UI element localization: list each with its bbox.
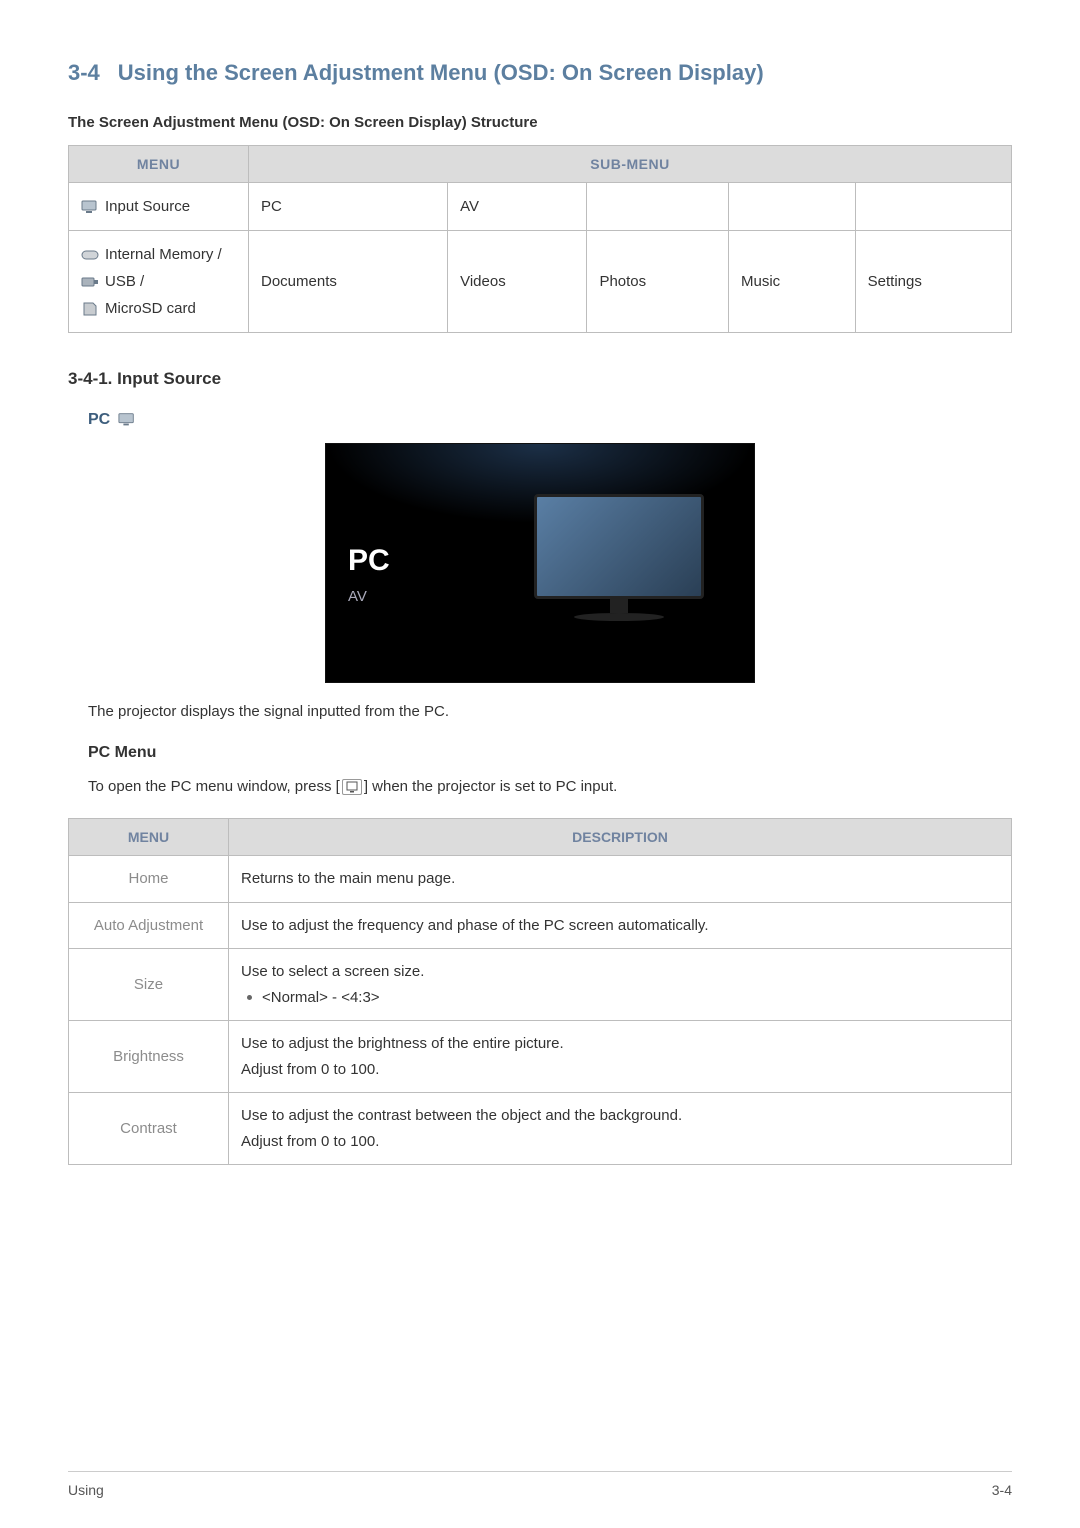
monitor-illustration bbox=[534, 494, 704, 621]
desc-line: Use to adjust the contrast between the o… bbox=[241, 1103, 999, 1129]
page-footer: Using 3-4 bbox=[68, 1471, 1012, 1498]
structure-table: MENU SUB-MENU Input Source PC AV bbox=[68, 145, 1012, 333]
structure-th-menu: MENU bbox=[69, 146, 249, 183]
submenu-cell: Music bbox=[728, 231, 855, 333]
menu-label: Internal Memory / bbox=[105, 241, 222, 268]
osd-av-label: AV bbox=[348, 588, 390, 605]
menu-label: MicroSD card bbox=[105, 295, 196, 322]
osd-pc-label: PC bbox=[348, 544, 390, 578]
desc-th-description: DESCRIPTION bbox=[229, 819, 1012, 856]
submenu-cell: AV bbox=[448, 183, 587, 231]
submenu-cell: PC bbox=[249, 183, 448, 231]
disk-icon bbox=[81, 248, 99, 262]
footer-left: Using bbox=[68, 1482, 104, 1498]
table-row: Home Returns to the main menu page. bbox=[69, 856, 1012, 903]
menu-name: Brightness bbox=[69, 1021, 229, 1093]
pc-menu-heading: PC Menu bbox=[88, 744, 1012, 762]
table-row: Auto Adjustment Use to adjust the freque… bbox=[69, 902, 1012, 949]
menu-description: Use to adjust the brightness of the enti… bbox=[229, 1021, 1012, 1093]
desc-th-menu: MENU bbox=[69, 819, 229, 856]
intro-pre: To open the PC menu window, press [ bbox=[88, 778, 340, 795]
submenu-cell bbox=[587, 183, 729, 231]
pc-menu-intro: To open the PC menu window, press [ ] whe… bbox=[88, 776, 1012, 799]
menu-name: Size bbox=[69, 949, 229, 1021]
pc-heading-text: PC bbox=[88, 411, 110, 429]
menu-description: Use to adjust the contrast between the o… bbox=[229, 1093, 1012, 1165]
table-row: Contrast Use to adjust the contrast betw… bbox=[69, 1093, 1012, 1165]
menu-label: USB / bbox=[105, 268, 144, 295]
intro-post: ] when the projector is set to PC input. bbox=[364, 778, 617, 795]
desc-line: Adjust from 0 to 100. bbox=[241, 1057, 999, 1083]
submenu-cell: Settings bbox=[855, 231, 1011, 333]
menu-name: Contrast bbox=[69, 1093, 229, 1165]
usb-icon bbox=[81, 275, 99, 289]
input-source-heading: 3-4-1. Input Source bbox=[68, 369, 1012, 389]
menu-description: Returns to the main menu page. bbox=[229, 856, 1012, 903]
table-row: Input Source PC AV bbox=[69, 183, 1012, 231]
monitor-icon bbox=[118, 413, 136, 427]
menu-name: Home bbox=[69, 856, 229, 903]
section-number: 3-4 bbox=[68, 60, 100, 85]
structure-th-submenu: SUB-MENU bbox=[249, 146, 1012, 183]
submenu-cell: Documents bbox=[249, 231, 448, 333]
table-row: Internal Memory / USB / MicroSD card bbox=[69, 231, 1012, 333]
desc-line: Use to select a screen size. bbox=[241, 959, 999, 985]
osd-screenshot: PC AV bbox=[68, 443, 1012, 683]
submenu-cell bbox=[855, 183, 1011, 231]
desc-bullet-text: <Normal> - <4:3> bbox=[262, 989, 380, 1006]
menu-description: Use to select a screen size. <Normal> - … bbox=[229, 949, 1012, 1021]
pc-heading: PC bbox=[88, 411, 1012, 429]
menu-description: Use to adjust the frequency and phase of… bbox=[229, 902, 1012, 949]
menu-label: Input Source bbox=[105, 193, 190, 220]
submenu-cell bbox=[728, 183, 855, 231]
bullet-icon bbox=[247, 995, 252, 1000]
submenu-cell: Videos bbox=[448, 231, 587, 333]
table-row: Size Use to select a screen size. <Norma… bbox=[69, 949, 1012, 1021]
submenu-cell: Photos bbox=[587, 231, 729, 333]
pc-menu-table: MENU DESCRIPTION Home Returns to the mai… bbox=[68, 818, 1012, 1165]
structure-heading: The Screen Adjustment Menu (OSD: On Scre… bbox=[68, 114, 1012, 131]
section-title: 3-4 Using the Screen Adjustment Menu (OSD… bbox=[68, 60, 1012, 86]
menu-name: Auto Adjustment bbox=[69, 902, 229, 949]
section-title-text: Using the Screen Adjustment Menu (OSD: O… bbox=[118, 60, 764, 85]
page: 3-4 Using the Screen Adjustment Menu (OSD… bbox=[0, 0, 1080, 1528]
menu-button-icon bbox=[342, 779, 362, 795]
desc-line: Adjust from 0 to 100. bbox=[241, 1129, 999, 1155]
monitor-icon bbox=[81, 200, 99, 214]
footer-right: 3-4 bbox=[992, 1482, 1012, 1498]
desc-line: Use to adjust the brightness of the enti… bbox=[241, 1031, 999, 1057]
table-row: Brightness Use to adjust the brightness … bbox=[69, 1021, 1012, 1093]
sd-icon bbox=[81, 302, 99, 316]
pc-description: The projector displays the signal inputt… bbox=[88, 701, 1012, 724]
